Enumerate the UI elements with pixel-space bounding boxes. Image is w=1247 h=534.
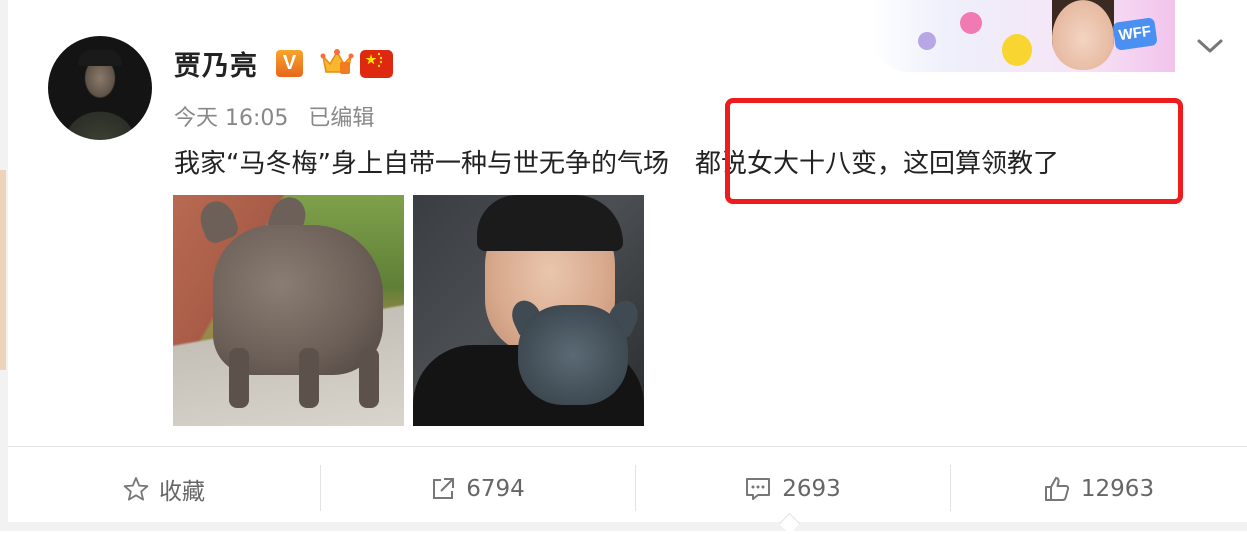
avatar[interactable] — [48, 36, 152, 140]
banner-portrait — [1052, 0, 1114, 70]
bottom-border — [8, 522, 1247, 531]
chevron-down-icon[interactable] — [1196, 32, 1224, 60]
left-edge — [0, 0, 8, 531]
post-text-part1: 我家“马冬梅”身上自带一种与世无争的气场 — [174, 149, 669, 179]
action-bar: 收藏 6794 2693 12963 — [8, 447, 1247, 531]
china-flag-icon — [360, 50, 393, 78]
post-meta: 今天 16:05 已编辑 — [174, 100, 374, 132]
favorite-button[interactable]: 收藏 — [8, 447, 320, 531]
repost-count: 6794 — [466, 476, 525, 502]
profile-banner-decoration: WFF — [870, 0, 1175, 72]
repost-button[interactable]: 6794 — [320, 447, 635, 531]
edited-label[interactable]: 已编辑 — [308, 106, 374, 131]
bulldog-photo[interactable] — [173, 195, 404, 426]
like-count: 12963 — [1080, 476, 1155, 502]
comment-count: 2693 — [782, 476, 841, 502]
timestamp[interactable]: 今天 16:05 — [174, 106, 288, 131]
star-icon — [123, 477, 149, 501]
like-button[interactable]: 12963 — [950, 447, 1247, 531]
thumbs-up-icon — [1044, 477, 1070, 501]
username[interactable]: 贾乃亮 — [174, 44, 258, 83]
wff-badge: WFF — [1112, 17, 1158, 51]
comment-icon — [746, 478, 771, 500]
mascot-icon — [1002, 34, 1032, 66]
share-icon — [433, 478, 455, 499]
vip-crown-icon[interactable] — [320, 46, 354, 78]
red-highlight-box — [725, 98, 1183, 204]
verified-badge-icon[interactable]: V — [276, 50, 303, 77]
favorite-label: 收藏 — [159, 479, 205, 505]
man-with-puppy-photo[interactable] — [413, 195, 644, 426]
